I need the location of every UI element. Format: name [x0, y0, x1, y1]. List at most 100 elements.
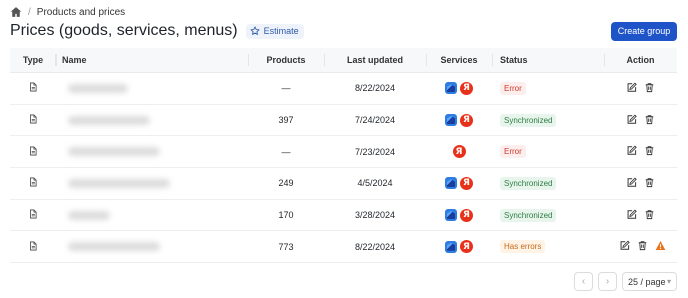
name-cell[interactable] [56, 136, 248, 167]
last-updated-date: 8/22/2024 [354, 241, 396, 252]
trash-icon[interactable] [644, 177, 655, 190]
column-header-name[interactable]: Name [56, 48, 248, 72]
edit-icon[interactable] [626, 82, 637, 95]
yandex-maps-icon [445, 240, 457, 253]
edit-icon[interactable] [626, 177, 637, 190]
status-cell: Error [492, 73, 604, 104]
products-count: — [281, 83, 291, 94]
table-row[interactable]: — 7/23/2024 Я Error [10, 136, 677, 169]
table-row[interactable]: — 8/22/2024 Я Error [10, 73, 677, 105]
last-updated-cell: 3/28/2024 [324, 200, 426, 231]
page-title: Prices (goods, services, menus) [10, 22, 238, 39]
edit-icon[interactable] [626, 145, 637, 158]
name-cell[interactable] [56, 231, 248, 262]
column-header-services[interactable]: Services [426, 48, 492, 72]
action-cell [604, 200, 677, 231]
column-header-last-updated[interactable]: Last updated [324, 48, 426, 72]
products-count: 773 [278, 241, 294, 252]
action-cell [604, 231, 677, 262]
redacted-name [68, 210, 110, 220]
estimate-label: Estimate [263, 26, 299, 36]
redacted-name [68, 242, 160, 252]
table-row[interactable]: 170 3/28/2024 Я Synchronized [10, 200, 677, 232]
document-icon [28, 114, 38, 126]
chevron-right-icon: › [605, 276, 610, 287]
redacted-name [68, 115, 150, 125]
type-cell [10, 168, 56, 199]
products-cell: 249 [248, 168, 324, 199]
services-cell: Я [426, 168, 492, 199]
action-cell [604, 168, 677, 199]
page-size-value: 25 / page [628, 276, 666, 287]
status-badge: Error [500, 81, 526, 95]
products-count: 397 [278, 115, 294, 126]
warning-icon[interactable] [655, 240, 666, 253]
edit-icon[interactable] [626, 209, 637, 222]
status-badge: Synchronized [500, 176, 557, 190]
table-row[interactable]: 773 8/22/2024 Я Has errors [10, 231, 677, 264]
trash-icon[interactable] [644, 145, 655, 158]
type-cell [10, 73, 56, 104]
action-cell [604, 136, 677, 167]
prices-table: Type Name Products Last updated Services… [10, 48, 677, 264]
trash-icon[interactable] [644, 114, 655, 127]
last-updated-date: 8/22/2024 [354, 83, 396, 94]
last-updated-date: 7/23/2024 [354, 146, 396, 157]
last-updated-date: 3/28/2024 [354, 210, 396, 221]
products-cell: 170 [248, 200, 324, 231]
status-cell: Synchronized [492, 168, 604, 199]
document-icon [28, 146, 38, 158]
chevron-left-icon: ‹ [581, 276, 586, 287]
create-group-button[interactable]: Create group [611, 21, 677, 41]
next-page-button[interactable]: › [598, 272, 617, 291]
yandex-icon: Я [460, 176, 473, 190]
yandex-maps-icon [445, 177, 457, 190]
redacted-name [68, 147, 160, 157]
type-cell [10, 200, 56, 231]
estimate-button[interactable]: Estimate [245, 23, 304, 39]
trash-icon[interactable] [637, 240, 648, 253]
status-badge: Synchronized [500, 208, 557, 222]
trash-icon[interactable] [644, 82, 655, 95]
trash-icon[interactable] [644, 209, 655, 222]
table-header: Type Name Products Last updated Services… [10, 48, 677, 73]
column-header-products[interactable]: Products [248, 48, 324, 72]
document-icon [28, 177, 38, 189]
status-cell: Synchronized [492, 105, 604, 136]
yandex-icon: Я [452, 145, 466, 159]
page-size-select[interactable]: 25 / page ▾ [622, 272, 677, 291]
yandex-icon: Я [460, 113, 473, 127]
status-badge: Error [500, 145, 526, 159]
name-cell[interactable] [56, 200, 248, 231]
yandex-maps-icon [445, 82, 457, 95]
redacted-name [68, 178, 170, 188]
chevron-down-icon: ▾ [666, 277, 671, 286]
last-updated-cell: 4/5/2024 [324, 168, 426, 199]
table-row[interactable]: 249 4/5/2024 Я Synchronized [10, 168, 677, 200]
yandex-icon: Я [460, 240, 473, 254]
name-cell[interactable] [56, 73, 248, 104]
services-cell: Я [426, 200, 492, 231]
prev-page-button[interactable]: ‹ [574, 272, 593, 291]
document-icon [28, 241, 38, 253]
table-row[interactable]: 397 7/24/2024 Я Synchronized [10, 105, 677, 137]
name-cell[interactable] [56, 168, 248, 199]
name-cell[interactable] [56, 105, 248, 136]
status-cell: Synchronized [492, 200, 604, 231]
edit-icon[interactable] [626, 114, 637, 127]
edit-icon[interactable] [619, 240, 630, 253]
yandex-icon: Я [460, 81, 473, 95]
status-badge: Synchronized [500, 113, 557, 127]
page-header: Prices (goods, services, menus) Estimate… [10, 20, 677, 42]
action-cell [604, 73, 677, 104]
pagination: ‹ › 25 / page ▾ [574, 272, 677, 291]
column-header-action: Action [604, 48, 677, 72]
last-updated-cell: 8/22/2024 [324, 73, 426, 104]
yandex-maps-icon [445, 209, 457, 222]
column-header-type[interactable]: Type [10, 48, 56, 72]
services-cell: Я [426, 231, 492, 262]
column-header-status[interactable]: Status [492, 48, 604, 72]
services-cell: Я [426, 136, 492, 167]
home-icon[interactable] [10, 6, 22, 18]
products-cell: — [248, 136, 324, 167]
